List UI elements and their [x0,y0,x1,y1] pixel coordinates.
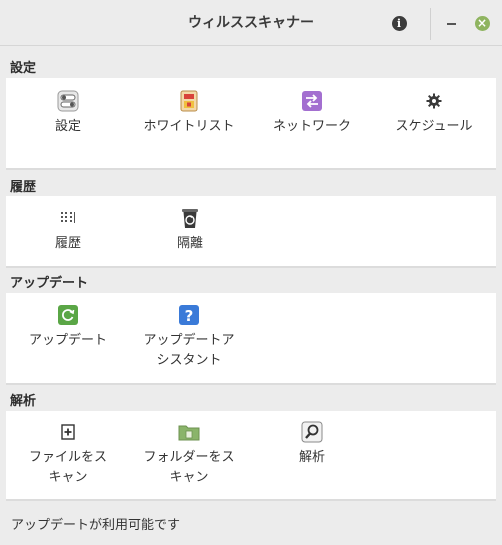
settings-card: 設定 ホワイトリスト ネットワーク スケジュール [6,78,496,170]
network-button[interactable]: ネットワーク [250,90,374,137]
gear-icon [423,90,445,112]
schedule-label: スケジュール [395,119,473,134]
info-icon: i [391,15,407,31]
refresh-icon [57,304,79,326]
scan-file-button[interactable]: ファイルをス キャン [6,421,130,488]
scan-folder-label: フォルダーをス キャン [143,450,235,485]
window-title: ウィルススキャナー [188,15,314,31]
folder-icon [178,421,200,443]
close-icon: × [474,15,490,31]
schedule-button[interactable]: スケジュール [372,90,496,137]
quarantine-button[interactable]: 隔離 [128,207,252,254]
update-assistant-button[interactable]: ? アップデートア シスタント [127,304,251,371]
section-label-analysis: 解析 [10,394,37,409]
history-label: 履歴 [54,236,81,251]
info-button[interactable]: i [390,14,408,32]
question-icon: ? [178,304,200,326]
file-add-icon [57,421,79,443]
scan-file-label: ファイルをス キャン [28,450,107,485]
close-button[interactable]: × [473,14,491,32]
section-label-update: アップデート [10,276,89,291]
analysis-button[interactable]: 解析 [250,421,374,468]
analysis-label: 解析 [298,450,325,465]
trash-recycle-icon [179,207,201,229]
quarantine-label: 隔離 [176,236,203,251]
update-assistant-label: アップデートア シスタント [143,333,235,368]
analysis-card: ファイルをス キャン フォルダーをス キャン 解析 [6,411,496,501]
history-button[interactable]: 履歴 [6,207,130,254]
settings-button[interactable]: 設定 [6,90,130,137]
network-arrows-icon [301,90,323,112]
update-button[interactable]: アップデート [6,304,130,351]
toggle-settings-icon [57,90,79,112]
minimize-icon [446,23,456,25]
update-card: アップデート ? アップデートア シスタント [6,293,496,385]
settings-label: 設定 [54,119,81,134]
scan-folder-button[interactable]: フォルダーをス キャン [127,421,251,488]
svg-text:?: ? [185,307,194,325]
history-list-icon [57,207,79,229]
whitelist-label: ホワイトリスト [143,119,235,134]
shield-whitelist-icon [178,90,200,112]
magnifier-icon [301,421,323,443]
minimize-button[interactable] [442,14,460,32]
whitelist-button[interactable]: ホワイトリスト [127,90,251,137]
network-label: ネットワーク [272,119,351,134]
section-label-settings: 設定 [10,61,37,76]
section-label-history: 履歴 [10,180,37,195]
update-label: アップデート [28,333,107,348]
history-card: 履歴 隔離 [6,196,496,268]
status-text: アップデートが利用可能です [11,518,181,533]
titlebar-separator [430,8,431,40]
title-bar: ウィルススキャナー i × [0,0,502,46]
